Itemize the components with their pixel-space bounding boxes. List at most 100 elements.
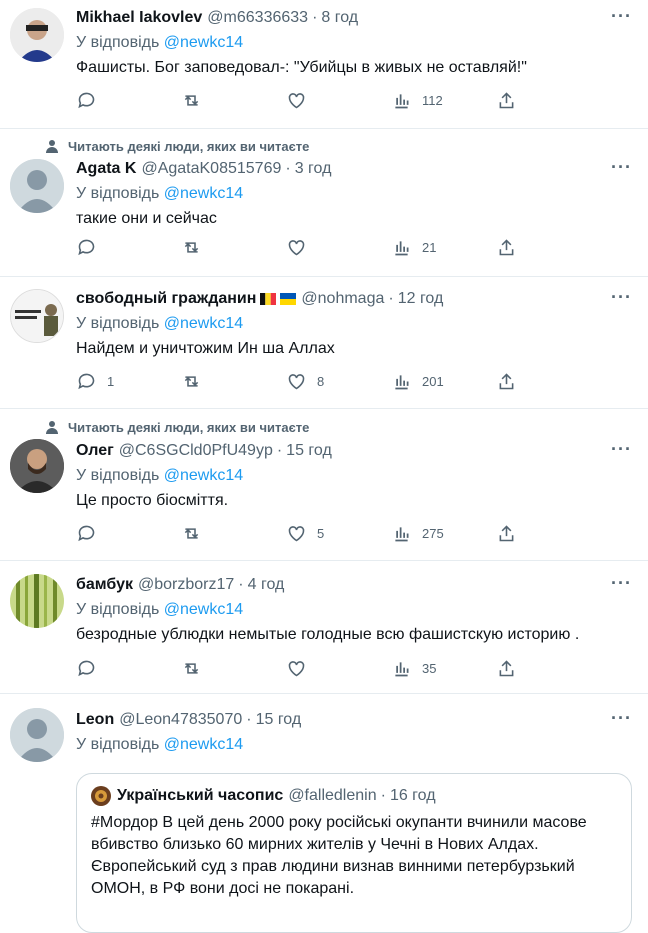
quoted-tweet[interactable]: Український часопис @falledlenin · 16 го… xyxy=(76,773,632,933)
reply-icon xyxy=(78,239,95,256)
author-name[interactable]: Agata K xyxy=(76,159,136,179)
tweet[interactable]: Читають деякі люди, яких ви читаєте Олег… xyxy=(0,409,648,561)
tweet[interactable]: Читають деякі люди, яких ви читаєте Agat… xyxy=(0,129,648,277)
timestamp[interactable]: 3 год xyxy=(295,159,332,179)
quoted-timestamp[interactable]: 16 год xyxy=(390,787,436,805)
reply-count: 1 xyxy=(107,374,115,389)
views-button[interactable]: 275 xyxy=(391,523,496,544)
share-button[interactable] xyxy=(496,90,517,111)
like-button[interactable]: 5 xyxy=(286,523,391,544)
quoted-avatar xyxy=(91,786,111,806)
separator-dot: · xyxy=(388,290,394,307)
reply-button[interactable] xyxy=(76,90,181,111)
reply-mention[interactable]: @newkc14 xyxy=(164,467,243,484)
tweet[interactable]: свободный гражданин @nohmaga · 12 год У ві… xyxy=(0,277,648,409)
bar-chart-icon xyxy=(395,375,409,390)
reply-button[interactable] xyxy=(76,658,181,679)
heart-icon xyxy=(288,374,305,390)
like-button[interactable]: 8 xyxy=(286,371,391,392)
share-button[interactable] xyxy=(496,371,517,392)
timestamp[interactable]: 4 год xyxy=(248,575,285,595)
author-name[interactable]: бамбук xyxy=(76,575,133,595)
views-count: 201 xyxy=(422,374,444,389)
tweet-actions: 35 xyxy=(76,658,546,679)
author-handle[interactable]: @borzborz17 xyxy=(138,575,234,595)
author-handle[interactable]: @Leon47835070 xyxy=(119,710,242,730)
avatar[interactable] xyxy=(10,574,64,628)
avatar[interactable] xyxy=(10,708,64,762)
retweet-icon xyxy=(184,528,199,539)
reply-prefix: У відповідь xyxy=(76,315,160,332)
author-name[interactable]: Олег xyxy=(76,441,114,461)
share-button[interactable] xyxy=(496,237,517,258)
author-name[interactable]: Mikhael Iakovlev xyxy=(76,8,202,28)
views-button[interactable]: 201 xyxy=(391,371,496,392)
author-handle[interactable]: @C6SGCld0PfU49yp xyxy=(119,441,273,461)
share-button[interactable] xyxy=(496,658,517,679)
reply-mention[interactable]: @newkc14 xyxy=(164,34,243,51)
quoted-tweet-text: #Мордор В цей день 2000 року російські о… xyxy=(91,814,587,897)
retweet-button[interactable] xyxy=(181,523,286,544)
timestamp[interactable]: 15 год xyxy=(256,710,302,730)
ukraine-flag-icon xyxy=(280,293,297,305)
reply-context: У відповідь @newkc14 xyxy=(76,466,638,486)
retweet-button[interactable] xyxy=(181,237,286,258)
reply-icon xyxy=(78,660,95,677)
quoted-author-handle[interactable]: @falledlenin xyxy=(288,787,376,805)
tweet-text: Це просто біосміття. xyxy=(76,492,229,509)
more-options-icon[interactable]: ··· xyxy=(611,573,632,594)
reply-button[interactable]: 1 xyxy=(76,371,181,392)
social-context: Читають деякі люди, яких ви читаєте xyxy=(44,419,309,435)
more-options-icon[interactable]: ··· xyxy=(611,6,632,27)
share-button[interactable] xyxy=(496,523,517,544)
reply-button[interactable] xyxy=(76,237,181,258)
views-button[interactable]: 35 xyxy=(391,658,496,679)
reply-prefix: У відповідь xyxy=(76,601,160,618)
retweet-button[interactable] xyxy=(181,371,286,392)
social-context: Читають деякі люди, яких ви читаєте xyxy=(44,138,309,154)
tweet[interactable]: Mikhael Iakovlev @m66336633 · 8 год У відпо… xyxy=(0,0,648,129)
avatar[interactable] xyxy=(10,159,64,213)
reply-mention[interactable]: @newkc14 xyxy=(164,601,243,618)
views-count: 21 xyxy=(422,240,437,255)
avatar[interactable] xyxy=(10,289,64,343)
reply-mention[interactable]: @newkc14 xyxy=(164,315,243,332)
reply-mention[interactable]: @newkc14 xyxy=(164,185,243,202)
separator-dot: · xyxy=(380,787,386,804)
timestamp[interactable]: 15 год xyxy=(286,441,332,461)
retweet-button[interactable] xyxy=(181,658,286,679)
views-count: 35 xyxy=(422,661,437,676)
reply-mention[interactable]: @newkc14 xyxy=(164,736,243,753)
share-icon xyxy=(499,525,514,542)
timestamp[interactable]: 12 год xyxy=(398,289,444,309)
more-options-icon[interactable]: ··· xyxy=(611,439,632,460)
reply-icon xyxy=(78,525,95,542)
retweet-icon xyxy=(184,242,199,253)
retweet-button[interactable] xyxy=(181,90,286,111)
retweet-icon xyxy=(184,95,199,106)
views-button[interactable]: 112 xyxy=(391,90,496,111)
more-options-icon[interactable]: ··· xyxy=(611,157,632,178)
like-button[interactable] xyxy=(286,237,391,258)
more-options-icon[interactable]: ··· xyxy=(611,708,632,729)
separator-dot: · xyxy=(246,711,252,728)
reply-button[interactable] xyxy=(76,523,181,544)
views-button[interactable]: 21 xyxy=(391,237,496,258)
avatar[interactable] xyxy=(10,8,64,62)
separator-dot: · xyxy=(285,160,291,177)
reply-prefix: У відповідь xyxy=(76,185,160,202)
author-name[interactable]: Leon xyxy=(76,710,114,730)
bar-chart-icon xyxy=(395,527,409,542)
author-handle[interactable]: @m66336633 xyxy=(207,8,308,28)
quoted-author-name[interactable]: Український часопис xyxy=(117,787,283,805)
timestamp[interactable]: 8 год xyxy=(321,8,358,28)
author-name[interactable]: свободный гражданин xyxy=(76,289,256,309)
avatar[interactable] xyxy=(10,439,64,493)
author-handle[interactable]: @nohmaga xyxy=(301,289,384,309)
like-button[interactable] xyxy=(286,90,391,111)
more-options-icon[interactable]: ··· xyxy=(611,287,632,308)
author-handle[interactable]: @AgataK08515769 xyxy=(141,159,281,179)
tweet[interactable]: бамбук @borzborz17 · 4 год У відповідь @new… xyxy=(0,561,648,694)
separator-dot: · xyxy=(238,576,244,593)
like-button[interactable] xyxy=(286,658,391,679)
